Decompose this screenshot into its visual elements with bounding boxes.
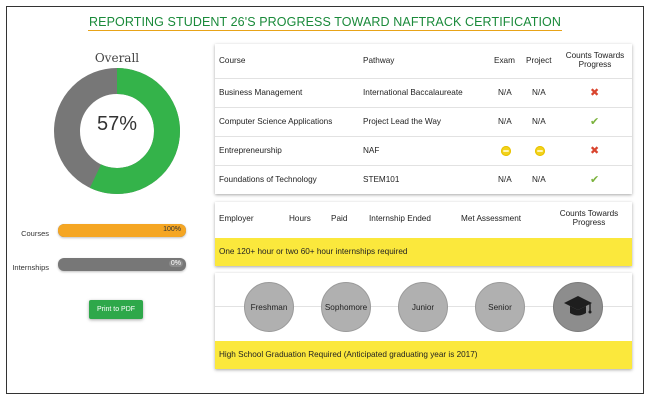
grade-junior: Junior bbox=[398, 282, 448, 332]
courses-progress-pct: 100% bbox=[163, 226, 181, 233]
course-name: Business Management bbox=[219, 88, 303, 97]
grade-level-panel: Freshman Sophomore Junior Senior High Sc… bbox=[215, 273, 632, 369]
overall-percent: 57% bbox=[96, 113, 138, 135]
x-mark-icon: ✖ bbox=[590, 86, 600, 99]
internship-requirement-text: One 120+ hour or two 60+ hour internship… bbox=[219, 247, 408, 256]
col-header-exam: Exam bbox=[494, 56, 515, 65]
internships-progress-pct: 0% bbox=[168, 260, 183, 267]
row-divider bbox=[215, 136, 632, 137]
graduation-requirement-text: High School Graduation Required (Anticip… bbox=[219, 350, 478, 359]
graduation-cap-icon bbox=[564, 296, 592, 316]
course-name: Computer Science Applications bbox=[219, 117, 333, 126]
course-project: N/A bbox=[532, 175, 546, 184]
col-header-counts: Counts Towards Progress bbox=[559, 209, 619, 227]
pending-exam-icon bbox=[501, 146, 511, 156]
grade-sophomore: Sophomore bbox=[321, 282, 371, 332]
col-header-internship-ended: Internship Ended bbox=[369, 214, 431, 223]
print-to-pdf-button[interactable]: Print to PDF bbox=[89, 300, 143, 319]
course-name: Foundations of Technology bbox=[219, 175, 317, 184]
x-mark-icon: ✖ bbox=[590, 144, 600, 157]
col-header-employer: Employer bbox=[219, 214, 254, 223]
row-divider bbox=[215, 78, 632, 79]
internships-table: Employer Hours Paid Internship Ended Met… bbox=[215, 202, 632, 266]
col-header-met-assessment: Met Assessment bbox=[461, 214, 522, 223]
row-divider bbox=[215, 107, 632, 108]
course-name: Entrepreneurship bbox=[219, 146, 282, 155]
course-project: N/A bbox=[532, 88, 546, 97]
check-mark-icon: ✔ bbox=[590, 173, 600, 186]
course-exam: N/A bbox=[498, 175, 512, 184]
course-exam: N/A bbox=[498, 117, 512, 126]
course-project: N/A bbox=[532, 117, 546, 126]
internships-bar-label: Internships bbox=[12, 263, 49, 272]
pending-project-icon bbox=[535, 146, 545, 156]
internships-progress-bar: 0% bbox=[58, 258, 186, 271]
grade-freshman: Freshman bbox=[244, 282, 294, 332]
page-title: REPORTING STUDENT 26'S PROGRESS TOWARD N… bbox=[88, 15, 562, 31]
course-exam: N/A bbox=[498, 88, 512, 97]
col-header-pathway: Pathway bbox=[363, 56, 395, 65]
courses-table: Course Pathway Exam Project Counts Towar… bbox=[215, 44, 632, 194]
col-header-counts: Counts Towards Progress bbox=[565, 51, 625, 69]
graduation-requirement-banner: High School Graduation Required (Anticip… bbox=[215, 341, 632, 369]
col-header-hours: Hours bbox=[289, 214, 311, 223]
course-pathway: STEM101 bbox=[363, 175, 400, 184]
grade-senior: Senior bbox=[475, 282, 525, 332]
courses-bar-label: Courses bbox=[21, 229, 49, 238]
internship-requirement-banner: One 120+ hour or two 60+ hour internship… bbox=[215, 238, 632, 266]
col-header-paid: Paid bbox=[331, 214, 348, 223]
course-pathway: NAF bbox=[363, 146, 380, 155]
courses-progress-bar: 100% bbox=[58, 224, 186, 237]
col-header-course: Course bbox=[219, 56, 246, 65]
row-divider bbox=[215, 165, 632, 166]
graduation-milestone bbox=[553, 282, 603, 332]
col-header-project: Project bbox=[526, 56, 552, 65]
check-mark-icon: ✔ bbox=[590, 115, 600, 128]
course-pathway: Project Lead the Way bbox=[363, 117, 441, 126]
overall-label: Overall bbox=[94, 51, 140, 65]
course-pathway: International Baccalaureate bbox=[363, 88, 463, 97]
